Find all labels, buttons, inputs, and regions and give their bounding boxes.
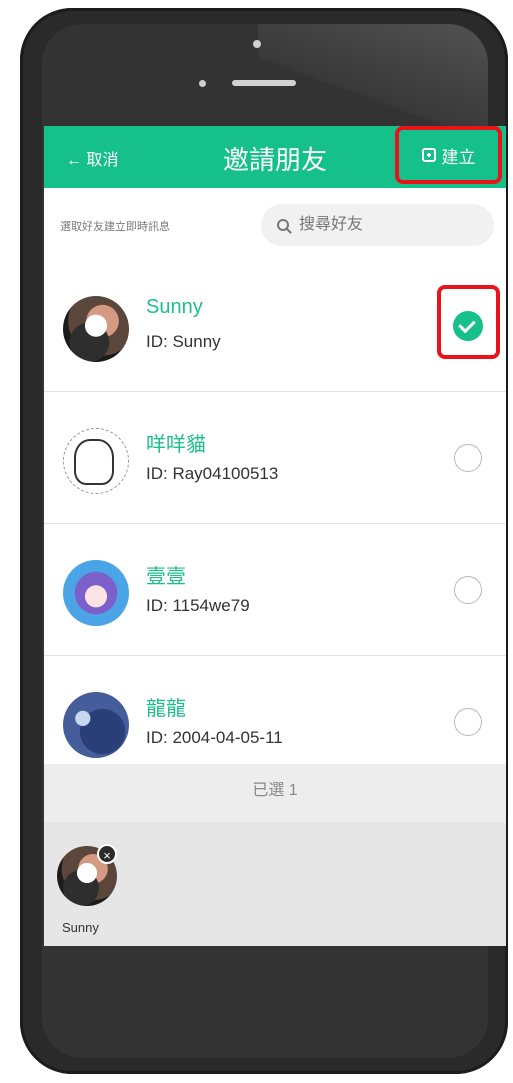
speaker-grille (232, 80, 296, 86)
selected-chip[interactable]: × Sunny (52, 844, 122, 935)
friend-name: 龍龍 (146, 698, 186, 720)
sensor-icon (199, 80, 206, 87)
checkbox-empty-icon[interactable] (454, 708, 482, 736)
friend-name: Sunny (146, 296, 203, 318)
avatar (63, 560, 129, 626)
friend-list: Sunny ID: Sunny 咩咩貓 ID: Ray04100513 壹壹 I… (44, 260, 506, 788)
checkbox-empty-icon[interactable] (454, 576, 482, 604)
selected-count-bar: 已選 1 (44, 764, 506, 822)
selection-hint: 選取好友建立即時訊息 (60, 221, 170, 233)
add-box-icon (421, 148, 436, 162)
avatar (63, 296, 129, 362)
avatar (63, 692, 129, 758)
friend-name: 咩咩貓 (146, 434, 206, 456)
selected-tray: × Sunny (44, 822, 506, 946)
friend-name: 壹壹 (146, 566, 186, 588)
search-box[interactable] (261, 204, 494, 246)
friend-row-sunny[interactable]: Sunny ID: Sunny (44, 260, 506, 392)
friend-id: ID: Sunny (146, 332, 221, 351)
search-input[interactable] (297, 215, 471, 235)
checkmark-icon (458, 315, 476, 334)
chip-label: Sunny (62, 920, 99, 935)
nav-bar: ← 取消 邀請朋友 建立 (44, 126, 506, 188)
create-label: 建立 (441, 147, 476, 167)
checkbox-empty-icon[interactable] (454, 444, 482, 472)
friend-row-meowmeow[interactable]: 咩咩貓 ID: Ray04100513 (44, 392, 506, 524)
friend-id: ID: Ray04100513 (146, 464, 279, 483)
app-screen: ← 取消 邀請朋友 建立 選取好友建立即時訊息 Sunny ID: Sunny … (44, 126, 506, 946)
checkbox-checked-icon[interactable] (453, 311, 483, 341)
friend-id: ID: 1154we79 (146, 596, 250, 615)
search-icon (277, 219, 289, 231)
close-icon[interactable]: × (97, 844, 117, 864)
create-button[interactable]: 建立 (395, 126, 502, 184)
friend-row-yiyi[interactable]: 壹壹 ID: 1154we79 (44, 524, 506, 656)
camera-icon (253, 40, 261, 48)
selected-count-label: 已選 1 (252, 782, 298, 799)
friend-id: ID: 2004-04-05-11 (146, 728, 283, 747)
avatar (63, 428, 129, 494)
search-row: 選取好友建立即時訊息 (44, 188, 506, 261)
